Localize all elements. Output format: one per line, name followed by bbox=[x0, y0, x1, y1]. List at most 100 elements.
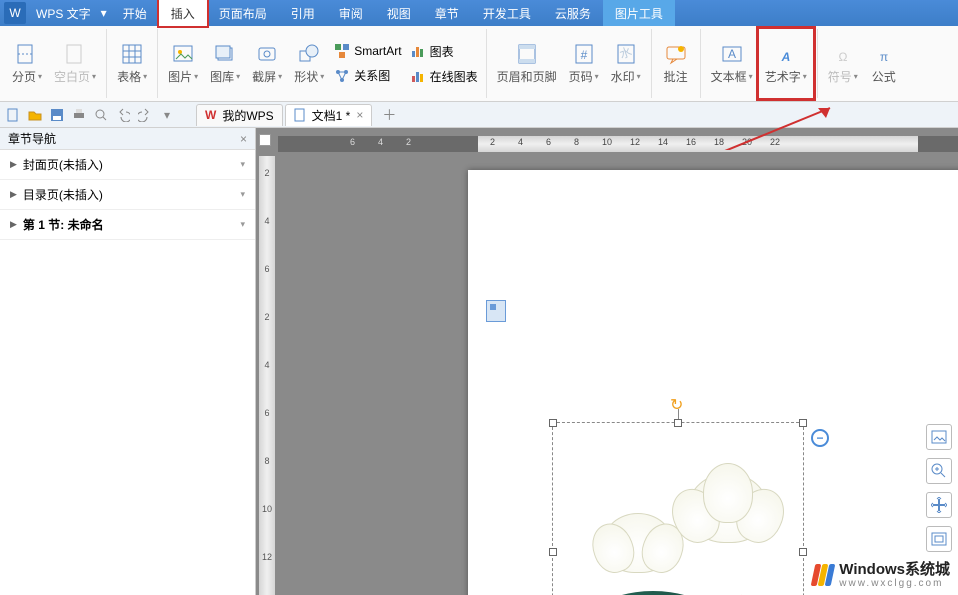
selected-image-frame[interactable]: ↻ − 请在此放 bbox=[552, 422, 804, 595]
svg-text:#: # bbox=[580, 48, 587, 62]
watermark-url: www.wxclgg.com bbox=[839, 578, 950, 589]
new-tab-button[interactable]: ＋ bbox=[374, 104, 404, 126]
expand-icon: ▶ bbox=[10, 219, 17, 230]
title-bar: W WPS 文字 ▾ 开始 插入 页面布局 引用 审阅 视图 章节 开发工具 云… bbox=[0, 0, 958, 26]
resize-handle-nw[interactable] bbox=[549, 419, 557, 427]
nav-item-cover[interactable]: ▶ 封面页(未插入) ▾ bbox=[0, 150, 255, 180]
resize-handle-e[interactable] bbox=[799, 548, 807, 556]
tab-cloud[interactable]: 云服务 bbox=[543, 0, 603, 26]
tab-insert[interactable]: 插入 bbox=[157, 0, 209, 28]
document-page[interactable]: ↻ − 请在此放 bbox=[468, 170, 958, 595]
print-icon[interactable] bbox=[70, 106, 88, 124]
shapes-button[interactable]: 形状▾ bbox=[288, 29, 330, 98]
close-tab-icon[interactable]: × bbox=[356, 108, 363, 122]
resize-handle-ne[interactable] bbox=[799, 419, 807, 427]
vertical-ruler[interactable]: 24624681012 bbox=[259, 156, 275, 595]
open-icon[interactable] bbox=[26, 106, 44, 124]
collapse-button[interactable]: − bbox=[811, 429, 829, 447]
gallery-icon bbox=[213, 42, 237, 66]
comment-button[interactable]: 批注 bbox=[656, 29, 696, 98]
shapes-icon bbox=[297, 42, 321, 66]
doctab-doc1[interactable]: 文档1 * × bbox=[285, 104, 373, 126]
chevron-down-icon[interactable]: ▾ bbox=[240, 219, 245, 230]
equation-button[interactable]: π 公式 bbox=[864, 29, 904, 98]
tab-developer[interactable]: 开发工具 bbox=[471, 0, 543, 26]
print-preview-icon[interactable] bbox=[92, 106, 110, 124]
frame-tool-icon[interactable] bbox=[926, 526, 952, 552]
wordart-icon: A bbox=[774, 42, 798, 66]
undo-icon[interactable] bbox=[114, 106, 132, 124]
new-doc-icon[interactable] bbox=[4, 106, 22, 124]
nav-panel-title: 章节导航 bbox=[8, 130, 56, 147]
screenshot-button[interactable]: 截屏▾ bbox=[246, 29, 288, 98]
online-chart-label: 在线图表 bbox=[430, 68, 478, 85]
header-footer-icon bbox=[515, 42, 539, 66]
wordart-text[interactable]: 请在此放 bbox=[553, 583, 777, 595]
table-button[interactable]: 表格▾ bbox=[111, 29, 153, 98]
expand-icon: ▶ bbox=[10, 189, 17, 200]
wordart-button[interactable]: A 艺术字▾ bbox=[756, 26, 816, 101]
resize-handle-n[interactable] bbox=[674, 419, 682, 427]
tab-start[interactable]: 开始 bbox=[111, 0, 159, 26]
workspace: 章节导航 × ▶ 封面页(未插入) ▾ ▶ 目录页(未插入) ▾ ▶ 第 1 节… bbox=[0, 128, 958, 595]
tab-references[interactable]: 引用 bbox=[279, 0, 327, 26]
wps-home-icon: W bbox=[205, 108, 216, 122]
resize-handle-w[interactable] bbox=[549, 548, 557, 556]
qat-dropdown[interactable]: ▾ bbox=[158, 106, 176, 124]
nav-item-label: 第 1 节: 未命名 bbox=[23, 216, 104, 233]
crop-tool-icon[interactable] bbox=[926, 492, 952, 518]
nav-item-section1[interactable]: ▶ 第 1 节: 未命名 ▾ bbox=[0, 210, 255, 240]
symbol-button[interactable]: Ω 符号▾ bbox=[822, 29, 864, 98]
redo-icon[interactable] bbox=[136, 106, 154, 124]
chevron-down-icon[interactable]: ▾ bbox=[240, 159, 245, 170]
tab-page-layout[interactable]: 页面布局 bbox=[207, 0, 279, 26]
app-icon: W bbox=[4, 2, 26, 24]
page-break-button[interactable]: 分页▾ bbox=[6, 29, 48, 98]
rotate-handle-icon[interactable]: ↻ bbox=[670, 395, 683, 415]
relation-icon bbox=[334, 68, 350, 84]
navigation-panel: 章节导航 × ▶ 封面页(未插入) ▾ ▶ 目录页(未插入) ▾ ▶ 第 1 节… bbox=[0, 128, 256, 595]
nav-item-toc[interactable]: ▶ 目录页(未插入) ▾ bbox=[0, 180, 255, 210]
gallery-button[interactable]: 图库▾ bbox=[204, 29, 246, 98]
textbox-button[interactable]: A 文本框▾ bbox=[705, 29, 759, 98]
pic-settings-icon[interactable] bbox=[926, 424, 952, 450]
zoom-icon[interactable] bbox=[926, 458, 952, 484]
save-icon[interactable] bbox=[48, 106, 66, 124]
smartart-button[interactable]: SmartArt bbox=[330, 41, 405, 61]
svg-text:水: 水 bbox=[617, 44, 633, 61]
nav-item-label: 封面页(未插入) bbox=[23, 156, 103, 173]
online-chart-button[interactable]: 在线图表 bbox=[406, 66, 482, 87]
picture-button[interactable]: 图片▾ bbox=[162, 29, 204, 98]
chevron-down-icon[interactable]: ▾ bbox=[240, 189, 245, 200]
relation-chart-button[interactable]: 关系图 bbox=[330, 65, 405, 86]
smartart-label: SmartArt bbox=[354, 44, 401, 58]
tab-review[interactable]: 审阅 bbox=[327, 0, 375, 26]
svg-text:Ω: Ω bbox=[838, 50, 847, 64]
watermark-button[interactable]: 水 水印▾ bbox=[605, 29, 647, 98]
chart-button[interactable]: 图表 bbox=[406, 41, 482, 62]
blank-page-button[interactable]: 空白页▾ bbox=[48, 29, 102, 98]
relation-label: 关系图 bbox=[354, 67, 390, 84]
tab-picture-tools[interactable]: 图片工具 bbox=[603, 0, 675, 26]
app-menu-dropdown[interactable]: ▾ bbox=[97, 6, 111, 20]
doc-icon bbox=[294, 108, 306, 122]
nav-item-label: 目录页(未插入) bbox=[23, 186, 103, 203]
page-number-button[interactable]: # 页码▾ bbox=[563, 29, 605, 98]
tab-view[interactable]: 视图 bbox=[375, 0, 423, 26]
chart-label: 图表 bbox=[430, 43, 454, 60]
editor-area: 642246810121416182022 24624681012 ↻ − bbox=[256, 128, 958, 595]
doctab-mywps[interactable]: W 我的WPS bbox=[196, 104, 283, 126]
watermark-logo: Windows系统城 www.wxclgg.com bbox=[813, 562, 950, 590]
header-footer-button[interactable]: 页眉和页脚 bbox=[491, 29, 563, 98]
lotus-image: 请在此放 bbox=[563, 463, 793, 595]
horizontal-ruler[interactable]: 642246810121416182022 bbox=[278, 136, 958, 152]
tab-sections[interactable]: 章节 bbox=[423, 0, 471, 26]
watermark-icon: 水 bbox=[614, 42, 638, 66]
layout-anchor-icon[interactable] bbox=[486, 300, 506, 322]
watermark-bars-icon bbox=[813, 564, 833, 586]
page-number-icon: # bbox=[572, 42, 596, 66]
svg-text:π: π bbox=[880, 50, 888, 64]
table-icon bbox=[120, 42, 144, 66]
ruler-corner bbox=[259, 134, 271, 146]
close-panel-icon[interactable]: × bbox=[240, 132, 247, 146]
